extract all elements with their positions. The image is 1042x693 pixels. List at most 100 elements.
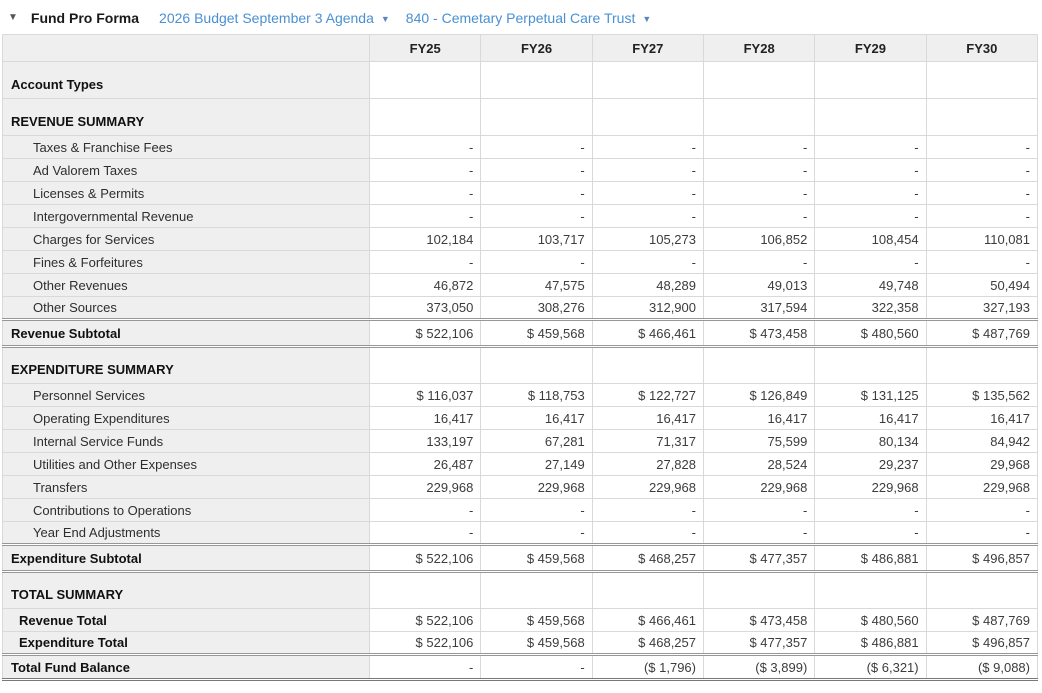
value-cell [369,98,482,136]
value-cell: 133,197 [369,429,482,453]
budget-version-dropdown[interactable]: 2026 Budget September 3 Agenda ▼ [159,10,390,26]
value-cell: 110,081 [925,227,1039,251]
value-cell: - [369,654,482,681]
value-cell: - [591,158,705,182]
value-cell: - [591,521,705,545]
column-header-fy27: FY27 [591,34,705,62]
value-cell [480,98,593,136]
value-cell [591,98,705,136]
value-cell: - [369,181,482,205]
value-cell: - [702,181,816,205]
value-cell: 229,968 [480,475,593,499]
value-cell: - [925,204,1039,228]
row-label: Account Types [1,61,371,99]
table-row: Fines & Forfeitures - - - - - - [1,250,1039,274]
value-cell: 229,968 [591,475,705,499]
value-cell: $ 459,568 [480,318,593,348]
row-label: Internal Service Funds [1,429,371,453]
table-row: EXPENDITURE SUMMARY [1,346,1039,384]
table-body: Account Types REVENUE SUMMARY Taxes & Fran… [1,61,1039,681]
value-cell: 327,193 [925,296,1039,320]
value-cell: 312,900 [591,296,705,320]
value-cell: 229,968 [369,475,482,499]
value-cell: $ 131,125 [814,383,927,407]
table-row: Personnel Services $ 116,037 $ 118,753 $ 12… [1,383,1039,407]
value-cell: - [814,521,927,545]
value-cell: 317,594 [702,296,816,320]
value-cell: - [814,204,927,228]
chevron-down-icon: ▼ [380,13,390,24]
value-cell: 16,417 [369,406,482,430]
fund-dropdown[interactable]: 840 - Cemetary Perpetual Care Trust ▼ [406,10,651,26]
value-cell: 50,494 [925,273,1039,297]
table-row: Intergovernmental Revenue - - - - - - [1,204,1039,228]
value-cell: $ 473,458 [702,318,816,348]
value-cell: - [925,521,1039,545]
value-cell: 229,968 [925,475,1039,499]
value-cell: $ 477,357 [702,543,816,573]
value-cell: ($ 9,088) [925,654,1039,681]
value-cell: ($ 6,321) [814,654,927,681]
table-row: Internal Service Funds 133,197 67,281 71,31… [1,429,1039,453]
value-cell [925,571,1039,609]
value-cell [591,571,705,609]
row-label: Utilities and Other Expenses [1,452,371,476]
value-cell: - [591,204,705,228]
value-cell: - [925,498,1039,522]
value-cell: $ 473,458 [702,608,816,632]
value-cell: $ 496,857 [925,631,1039,656]
pro-forma-table: FY25 FY26 FY27 FY28 FY29 FY30 Account Ty… [1,34,1039,681]
value-cell: $ 459,568 [480,631,593,656]
value-cell: - [369,135,482,159]
table-row: Taxes & Franchise Fees - - - - - - [1,135,1039,159]
toolbar: ▼ Fund Pro Forma 2026 Budget September 3… [0,0,1042,34]
value-cell: $ 496,857 [925,543,1039,573]
value-cell: 67,281 [480,429,593,453]
value-cell: - [591,250,705,274]
value-cell: - [925,250,1039,274]
value-cell: 28,524 [702,452,816,476]
value-cell: - [369,521,482,545]
value-cell: 373,050 [369,296,482,320]
row-label: Operating Expenditures [1,406,371,430]
value-cell: 106,852 [702,227,816,251]
table-header-row: FY25 FY26 FY27 FY28 FY29 FY30 [1,34,1039,62]
row-label: EXPENDITURE SUMMARY [1,346,371,384]
value-cell: - [702,135,816,159]
value-cell: $ 487,769 [925,608,1039,632]
row-label: Intergovernmental Revenue [1,204,371,228]
value-cell [814,571,927,609]
value-cell: ($ 1,796) [591,654,705,681]
value-cell: - [814,135,927,159]
value-cell: 229,968 [702,475,816,499]
value-cell [814,346,927,384]
row-label: Transfers [1,475,371,499]
table-row: Contributions to Operations - - - - - - [1,498,1039,522]
value-cell: 16,417 [925,406,1039,430]
value-cell: - [369,498,482,522]
row-label: Other Sources [1,296,371,320]
value-cell: 47,575 [480,273,593,297]
value-cell: $ 459,568 [480,543,593,573]
fund-dropdown-label: 840 - Cemetary Perpetual Care Trust [405,9,636,26]
value-cell: $ 468,257 [591,631,705,656]
collapse-arrow-icon[interactable]: ▼ [8,12,18,23]
value-cell: 16,417 [591,406,705,430]
value-cell: $ 135,562 [925,383,1039,407]
table-row: Charges for Services 102,184 103,717 105,27… [1,227,1039,251]
value-cell: - [480,498,593,522]
value-cell: - [591,498,705,522]
value-cell [369,346,482,384]
row-label: Revenue Total [1,608,371,632]
value-cell [702,346,816,384]
row-label: Charges for Services [1,227,371,251]
value-cell: - [480,521,593,545]
value-cell: - [369,250,482,274]
row-label: Revenue Subtotal [1,318,371,348]
value-cell: 103,717 [480,227,593,251]
value-cell: - [814,250,927,274]
value-cell: 80,134 [814,429,927,453]
table-row: Revenue Subtotal $ 522,106 $ 459,568 $ 466,… [1,318,1039,348]
value-cell: $ 522,106 [369,318,482,348]
value-cell: - [369,204,482,228]
